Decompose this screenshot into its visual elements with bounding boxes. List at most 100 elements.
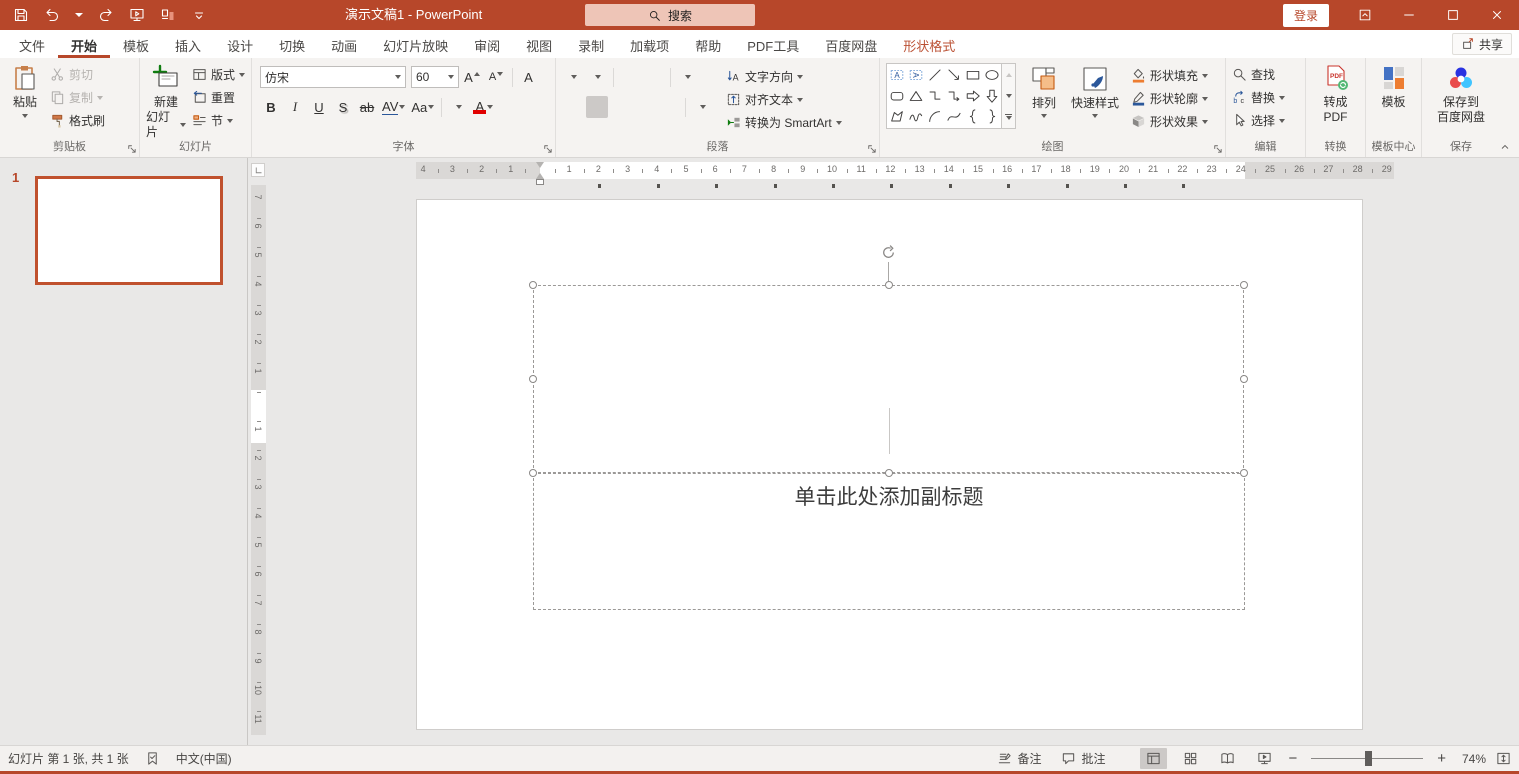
find-button[interactable]: 查找 <box>1229 64 1288 85</box>
tab-录制[interactable]: 录制 <box>565 30 617 58</box>
increase-indent-button[interactable] <box>643 66 665 88</box>
quick-styles-button[interactable]: 快速样式 <box>1066 63 1124 139</box>
clipboard-dialog-launcher-icon[interactable] <box>126 143 137 154</box>
tab-插入[interactable]: 插入 <box>162 30 214 58</box>
tab-帮助[interactable]: 帮助 <box>682 30 734 58</box>
cut-button[interactable]: 剪切 <box>47 64 108 85</box>
italic-button[interactable]: I <box>284 96 306 118</box>
bullets-button[interactable] <box>562 66 584 88</box>
undo-dropdown-icon[interactable] <box>75 13 83 17</box>
tab-动画[interactable]: 动画 <box>318 30 370 58</box>
shape-rounded-rectangle-icon[interactable] <box>887 85 906 106</box>
save-icon[interactable] <box>13 7 29 23</box>
text-shadow-button[interactable]: S <box>332 96 354 118</box>
shape-freeform-icon[interactable] <box>887 107 906 128</box>
bold-button[interactable]: B <box>260 96 282 118</box>
change-case-button[interactable]: Aa <box>409 96 436 118</box>
decrease-indent-button[interactable] <box>619 66 641 88</box>
search-box[interactable]: 搜索 <box>585 4 755 26</box>
gallery-more-icon[interactable] <box>1002 107 1015 128</box>
section-button[interactable]: 节 <box>189 110 248 131</box>
text-highlight-button[interactable] <box>447 96 469 118</box>
notes-button[interactable]: 备注 <box>992 748 1046 769</box>
rotation-handle-icon[interactable] <box>880 244 897 261</box>
subtitle-placeholder[interactable]: 单击此处添加副标题 <box>533 473 1245 610</box>
font-size-combo[interactable]: 60 <box>411 66 459 88</box>
collapse-ribbon-icon[interactable] <box>1499 141 1511 153</box>
resize-handle-top-middle[interactable] <box>884 281 893 289</box>
shape-oval-icon[interactable] <box>982 64 1001 85</box>
layout-button[interactable]: 版式 <box>189 64 248 85</box>
shape-outline-button[interactable]: 形状轮廓 <box>1128 88 1211 109</box>
shape-text-box-icon[interactable]: A <box>887 64 906 85</box>
reading-view-button[interactable] <box>1214 748 1241 769</box>
shape-effects-button[interactable]: 形状效果 <box>1128 111 1211 132</box>
zoom-slider[interactable] <box>1311 751 1424 766</box>
shape-elbow-connector-icon[interactable] <box>925 85 944 106</box>
new-slide-button[interactable]: 新建 幻灯片 <box>143 62 189 139</box>
character-spacing-button[interactable]: AV <box>380 96 407 118</box>
paste-dropdown-icon[interactable] <box>22 114 28 118</box>
tab-开始[interactable]: 开始 <box>58 30 111 58</box>
presentation-views-icon[interactable] <box>160 7 176 23</box>
shape-scribble-icon[interactable] <box>906 107 925 128</box>
paragraph-dialog-launcher-icon[interactable] <box>866 143 877 154</box>
justify-button[interactable] <box>634 96 656 118</box>
tab-文件[interactable]: 文件 <box>6 30 58 58</box>
ribbon-display-options-button[interactable] <box>1343 0 1387 30</box>
tab-形状格式[interactable]: 形状格式 <box>890 30 968 58</box>
columns-button[interactable] <box>691 96 713 118</box>
drawing-dialog-launcher-icon[interactable] <box>1212 143 1223 154</box>
tab-切换[interactable]: 切换 <box>266 30 318 58</box>
align-text-button[interactable]: 对齐文本 <box>723 89 845 110</box>
shape-left-brace-icon[interactable] <box>963 107 982 128</box>
fit-slide-to-window-icon[interactable] <box>1496 751 1511 766</box>
clear-formatting-button[interactable]: A <box>518 66 540 88</box>
shape-curve-icon[interactable] <box>944 107 963 128</box>
align-left-button[interactable] <box>562 96 584 118</box>
resize-handle-middle-left[interactable] <box>529 375 537 383</box>
resize-handle-top-left[interactable] <box>529 281 537 289</box>
font-color-button[interactable]: A <box>471 96 495 118</box>
grow-font-button[interactable]: A <box>461 66 483 88</box>
font-dialog-launcher-icon[interactable] <box>542 143 553 154</box>
tab-加载项[interactable]: 加载项 <box>617 30 682 58</box>
arrange-button[interactable]: 排列 <box>1022 63 1066 139</box>
convert-to-pdf-button[interactable]: PDF 转成 PDF <box>1319 62 1353 138</box>
numbering-button[interactable]: 123 <box>586 66 608 88</box>
gallery-scroll-down-icon[interactable] <box>1002 85 1015 106</box>
gallery-scroll-up-icon[interactable] <box>1002 64 1015 85</box>
language-status[interactable]: 中文(中国) <box>176 750 232 767</box>
tab-审阅[interactable]: 审阅 <box>461 30 513 58</box>
resize-handle-bottom-middle[interactable] <box>884 469 893 477</box>
tab-模板[interactable]: 模板 <box>110 30 162 58</box>
tab-视图[interactable]: 视图 <box>513 30 565 58</box>
copy-button[interactable]: 复制 <box>47 87 108 108</box>
undo-icon[interactable] <box>44 7 60 23</box>
shape-right-brace-icon[interactable] <box>982 107 1001 128</box>
template-button[interactable]: 模板 <box>1377 62 1411 138</box>
shrink-font-button[interactable]: A <box>485 66 507 88</box>
maximize-button[interactable] <box>1431 0 1475 30</box>
slide-canvas[interactable]: 单击此处添加副标题 <box>416 199 1363 730</box>
resize-handle-bottom-right[interactable] <box>1240 469 1248 477</box>
shape-arc-icon[interactable] <box>925 107 944 128</box>
resize-handle-top-right[interactable] <box>1240 281 1248 289</box>
minimize-button[interactable] <box>1387 0 1431 30</box>
shape-triangle-icon[interactable] <box>906 85 925 106</box>
tab-幻灯片放映[interactable]: 幻灯片放映 <box>370 30 461 58</box>
replace-button[interactable]: bc 替换 <box>1229 87 1288 108</box>
shape-rectangle-icon[interactable] <box>963 64 982 85</box>
zoom-in-button[interactable]: + <box>1437 751 1446 766</box>
shape-elbow-arrow-connector-icon[interactable] <box>944 85 963 106</box>
close-button[interactable] <box>1475 0 1519 30</box>
distributed-button[interactable] <box>658 96 680 118</box>
shape-vertical-text-box-icon[interactable]: A <box>906 64 925 85</box>
comments-button[interactable]: 批注 <box>1056 748 1110 769</box>
slide-sorter-view-button[interactable] <box>1177 748 1204 769</box>
resize-handle-bottom-left[interactable] <box>529 469 537 477</box>
tab-PDF工具[interactable]: PDF工具 <box>734 30 812 58</box>
tab-设计[interactable]: 设计 <box>214 30 266 58</box>
convert-to-smartart-button[interactable]: 转换为 SmartArt <box>723 112 845 133</box>
shape-down-arrow-icon[interactable] <box>982 85 1001 106</box>
